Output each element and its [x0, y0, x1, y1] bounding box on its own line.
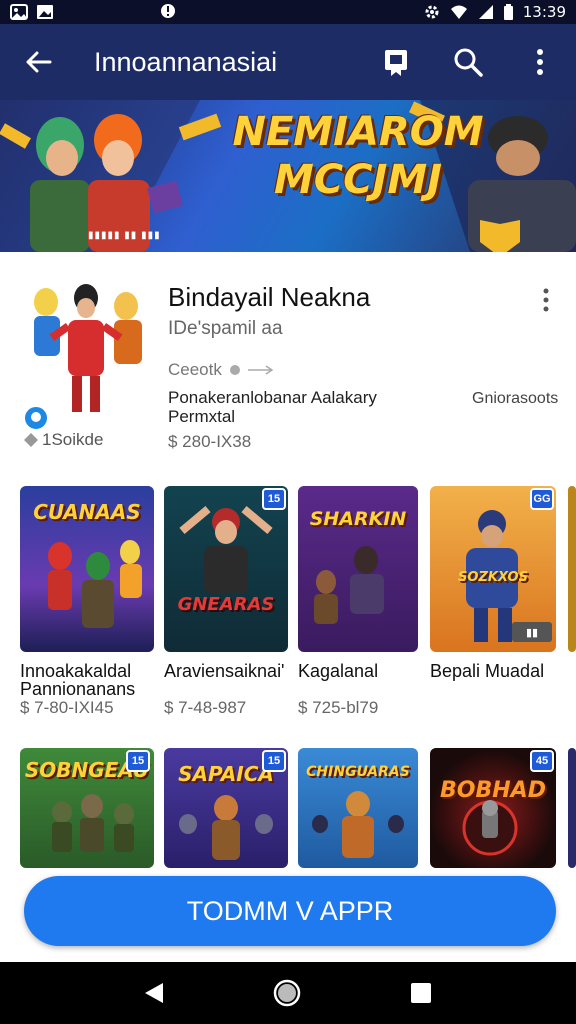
diamond-icon	[24, 433, 38, 447]
app-tile-price: $ 725-bl79	[298, 698, 379, 717]
tile-art-title: GNEARAS	[177, 594, 275, 615]
tile-corner-badge: 15	[126, 750, 150, 772]
system-nav-bar	[0, 962, 576, 1024]
more-vert-icon	[543, 288, 549, 312]
tile-art-title: CUANAAS	[33, 500, 141, 524]
app-tile-name[interactable]: Bepali Muadal	[430, 662, 544, 680]
featured-side-text: Gniorasoots	[472, 390, 559, 407]
app-tile-image[interactable]: SOZKXOS ▮▮	[430, 486, 556, 652]
status-bar: 13:39	[0, 0, 576, 24]
app-tile-price: $ 7-80-IXI45	[20, 698, 114, 717]
bookmark-button[interactable]	[360, 24, 432, 100]
tile-artwork	[179, 506, 273, 594]
app-tile-image[interactable]: GNEARAS	[164, 486, 288, 652]
search-button[interactable]	[432, 24, 504, 100]
page-title: Innoannanasiai	[94, 46, 278, 77]
primary-action-button[interactable]: TODMM V APPR	[24, 876, 556, 946]
tile-corner-badge: 15	[262, 750, 286, 772]
featured-app-subtitle: IDe'spamil aa	[168, 318, 283, 339]
banner-title: NEMIAROM MCCJMJ	[228, 108, 488, 204]
featured-rating-text: Ceeotk	[168, 360, 222, 379]
tile-rating-chip: ▮▮	[512, 622, 552, 642]
search-icon	[454, 48, 483, 77]
featured-app-title[interactable]: Bindayail Neakna	[168, 282, 370, 313]
arrow-left-icon	[26, 51, 52, 73]
tile-corner-badge: GG	[530, 488, 554, 510]
more-vert-icon	[537, 49, 543, 75]
back-button[interactable]	[0, 24, 76, 100]
app-tile-image-peek[interactable]	[568, 486, 576, 652]
more-options-button[interactable]	[504, 24, 576, 100]
tile-art-title: CHINGUARAS	[306, 764, 410, 780]
featured-count-text: 1Soikde	[42, 430, 104, 449]
featured-badge	[22, 404, 50, 432]
featured-price: $ 280-IX38	[168, 432, 252, 451]
home-circle-icon[interactable]	[272, 978, 302, 1008]
app-tile-name[interactable]: Kagalanal	[298, 662, 378, 680]
featured-description: Ponakeranlobanar Aalakary Permxtal	[168, 388, 377, 426]
featured-rating: Ceeotk	[168, 360, 274, 380]
alert-icon	[161, 4, 175, 18]
app-tile-image[interactable]: CHINGUARAS	[298, 748, 418, 868]
app-tile-price: $ 7-48-987	[164, 698, 247, 717]
tile-corner-badge: 45	[530, 750, 554, 772]
chat-bubble-icon	[31, 412, 41, 422]
banner-stripe-text: ▮▮▮▮▮ ▮▮ ▮▮▮	[88, 230, 161, 241]
bookmark-icon	[385, 50, 407, 76]
featured-count: 1Soikde	[24, 430, 103, 450]
app-bar: Innoannanasiai	[0, 24, 576, 100]
tile-corner-badge: 15	[262, 488, 286, 510]
app-tile-name[interactable]: Innoakakaldal Pannionanans	[20, 662, 160, 698]
tile-art-title: BOBHAD	[440, 778, 546, 803]
app-tile-image-peek[interactable]	[568, 748, 576, 868]
status-time: 13:39	[522, 3, 566, 21]
photo-icon	[10, 4, 28, 20]
banner-title-line2: MCCJMJ	[273, 157, 443, 203]
featured-app-image[interactable]	[16, 272, 156, 420]
settings-icon	[425, 5, 439, 19]
app-tile-image[interactable]: CUANAAS	[20, 486, 154, 652]
recents-square-icon[interactable]	[409, 981, 433, 1005]
star-icon	[229, 365, 240, 375]
heroes-artwork	[16, 272, 156, 420]
featured-more-button[interactable]	[526, 280, 566, 320]
back-triangle-icon[interactable]	[143, 981, 165, 1005]
promo-banner[interactable]: NEMIAROM MCCJMJ ▮▮▮▮▮ ▮▮ ▮▮▮	[0, 100, 576, 252]
battery-icon	[503, 4, 513, 20]
image-icon	[37, 5, 53, 19]
app-tile-image[interactable]: SHARKIN	[298, 486, 418, 652]
app-tile-name[interactable]: Araviensaiknai'	[164, 662, 285, 680]
arrow-icon	[247, 365, 274, 375]
wifi-icon	[450, 5, 467, 19]
signal-icon	[478, 5, 493, 19]
tile-art-title: SOZKXOS	[458, 570, 528, 585]
banner-title-line1: NEMIAROM	[232, 109, 484, 155]
tile-art-title: SHARKIN	[309, 508, 407, 530]
